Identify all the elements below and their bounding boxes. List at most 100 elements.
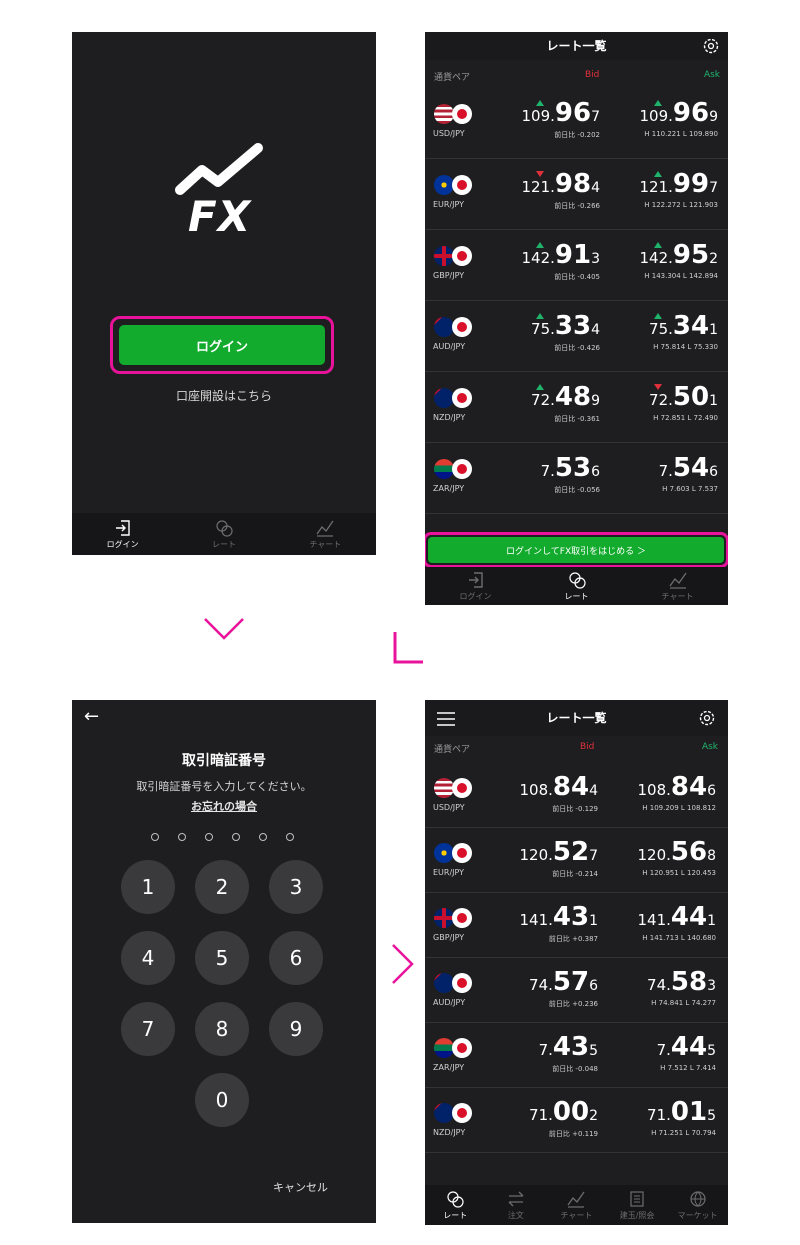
login-trade-button[interactable]: ログインしてFX取引をはじめる ＞ (428, 537, 724, 563)
ask-price[interactable]: 109.969 (639, 98, 718, 128)
currency-flags (434, 843, 474, 863)
cancel-button[interactable]: キャンセル (273, 1179, 328, 1195)
tab-rate[interactable]: レート (173, 513, 274, 555)
flag-eur-icon (434, 843, 454, 863)
bid-price[interactable]: 142.913 (521, 240, 600, 270)
bid-price[interactable]: 75.334 (531, 311, 600, 341)
pair-label: USD/JPY (433, 803, 465, 812)
key-6-button[interactable]: 6 (269, 931, 323, 985)
day-change: 前日比 -0.426 (554, 344, 600, 352)
rate-row-gbpjpy[interactable]: GBP/JPY 141.431 141.441 前日比 +0.387 H 141… (425, 892, 728, 958)
ask-price[interactable]: 142.952 (639, 240, 718, 270)
bid-price[interactable]: 71.002 (529, 1097, 598, 1127)
tab-label: チャート (309, 539, 342, 549)
flag-jpy-icon (452, 175, 472, 195)
flag-usd-icon (434, 104, 454, 124)
ask-price[interactable]: 72.501 (649, 382, 718, 412)
flag-jpy-icon (452, 1038, 472, 1058)
tab-order[interactable]: 注文 (486, 1185, 547, 1225)
flag-nzd-icon (434, 388, 454, 408)
rate-row-nzdjpy[interactable]: NZD/JPY 71.002 71.015 前日比 +0.119 H 71.25… (425, 1087, 728, 1153)
tab-login[interactable]: ログイン (425, 567, 526, 605)
flag-jpy-icon (452, 1103, 472, 1123)
rate-row-audjpy[interactable]: AUD/JPY 75.334 75.341 前日比 -0.426 H 75.81… (425, 300, 728, 372)
bid-price[interactable]: 121.984 (521, 169, 600, 199)
open-account-link[interactable]: 口座開設はこちら (72, 387, 376, 404)
forgot-pin-link[interactable]: お忘れの場合 (72, 798, 376, 814)
tab-chart[interactable]: チャート (546, 1185, 607, 1225)
day-change: 前日比 -0.405 (554, 273, 600, 281)
bid-price[interactable]: 108.844 (519, 772, 598, 802)
login-screen: FX ログイン 口座開設はこちら ログイン レート チャート (72, 32, 376, 555)
login-button[interactable]: ログイン (119, 325, 325, 365)
key-2-button[interactable]: 2 (195, 860, 249, 914)
key-0-button[interactable]: 0 (195, 1073, 249, 1127)
day-change: 前日比 -0.202 (554, 131, 600, 139)
rate-row-usdjpy[interactable]: USD/JPY 108.844 108.846 前日比 -0.129 H 109… (425, 762, 728, 828)
flag-jpy-icon (452, 317, 472, 337)
flag-jpy-icon (452, 246, 472, 266)
ask-price[interactable]: 71.015 (647, 1097, 716, 1127)
ask-price[interactable]: 75.341 (649, 311, 718, 341)
day-change: 前日比 +0.119 (548, 1130, 598, 1138)
rate-row-eurjpy[interactable]: EUR/JPY 120.527 120.568 前日比 -0.214 H 120… (425, 827, 728, 893)
currency-flags (434, 104, 474, 124)
key-8-button[interactable]: 8 (195, 1002, 249, 1056)
key-4-button[interactable]: 4 (121, 931, 175, 985)
bid-price[interactable]: 7.536 (541, 453, 600, 483)
day-change: 前日比 -0.361 (554, 415, 600, 423)
ask-price[interactable]: 108.846 (637, 772, 716, 802)
tab-login[interactable]: ログイン (72, 513, 173, 555)
bid-price[interactable]: 141.431 (519, 902, 598, 932)
tab-label: 建玉/照会 (619, 1210, 655, 1220)
rate-row-gbpjpy[interactable]: GBP/JPY 142.913 142.952 前日比 -0.405 H 143… (425, 229, 728, 301)
day-change: 前日比 -0.129 (552, 805, 598, 813)
key-5-button[interactable]: 5 (195, 931, 249, 985)
bid-price[interactable]: 109.967 (521, 98, 600, 128)
tab-rate[interactable]: レート (425, 1185, 486, 1225)
day-change: 前日比 -0.056 (554, 486, 600, 494)
currency-flags (434, 459, 474, 479)
flag-jpy-icon (452, 908, 472, 928)
bid-price[interactable]: 74.576 (529, 967, 598, 997)
pin-dot (286, 833, 294, 841)
tab-label: レート (443, 1210, 468, 1220)
key-7-button[interactable]: 7 (121, 1002, 175, 1056)
gear-icon[interactable] (702, 37, 720, 55)
key-3-button[interactable]: 3 (269, 860, 323, 914)
tab-rate[interactable]: レート (526, 567, 627, 605)
login-icon (115, 519, 130, 536)
menu-icon[interactable] (437, 712, 455, 726)
rate-row-zarjpy[interactable]: ZAR/JPY 7.536 7.546 前日比 -0.056 H 7.603 L… (425, 442, 728, 514)
ask-price[interactable]: 141.441 (637, 902, 716, 932)
chart-icon (567, 1191, 586, 1208)
pair-label: ZAR/JPY (433, 1063, 465, 1072)
gear-icon[interactable] (698, 709, 716, 727)
key-9-button[interactable]: 9 (269, 1002, 323, 1056)
rate-row-zarjpy[interactable]: ZAR/JPY 7.435 7.445 前日比 -0.048 H 7.512 L… (425, 1022, 728, 1088)
bid-price[interactable]: 7.435 (539, 1032, 598, 1062)
rate-row-usdjpy[interactable]: USD/JPY 109.967 109.969 前日比 -0.202 H 110… (425, 87, 728, 159)
tab-chart[interactable]: チャート (627, 567, 728, 605)
high-low: H 143.304 L 142.894 (644, 272, 718, 280)
rate-row-nzdjpy[interactable]: NZD/JPY 72.489 72.501 前日比 -0.361 H 72.85… (425, 371, 728, 443)
tab-globe[interactable]: マーケット (667, 1185, 728, 1225)
ask-price[interactable]: 7.546 (659, 453, 718, 483)
ask-price[interactable]: 74.583 (647, 967, 716, 997)
ask-price[interactable]: 121.997 (639, 169, 718, 199)
bid-price[interactable]: 72.489 (531, 382, 600, 412)
rate-row-eurjpy[interactable]: EUR/JPY 121.984 121.997 前日比 -0.266 H 122… (425, 158, 728, 230)
ask-price[interactable]: 120.568 (637, 837, 716, 867)
tab-chart[interactable]: チャート (275, 513, 376, 555)
ask-price[interactable]: 7.445 (657, 1032, 716, 1062)
column-header: 通貨ペア Bid Ask (425, 740, 728, 756)
back-arrow-icon[interactable]: ← (84, 706, 99, 727)
flag-usd-icon (434, 778, 454, 798)
currency-flags (434, 317, 474, 337)
tab-label: チャート (661, 591, 694, 601)
bid-price[interactable]: 120.527 (519, 837, 598, 867)
key-1-button[interactable]: 1 (121, 860, 175, 914)
pair-label: ZAR/JPY (433, 484, 465, 493)
rate-row-audjpy[interactable]: AUD/JPY 74.576 74.583 前日比 +0.236 H 74.84… (425, 957, 728, 1023)
tab-position[interactable]: 建玉/照会 (607, 1185, 668, 1225)
